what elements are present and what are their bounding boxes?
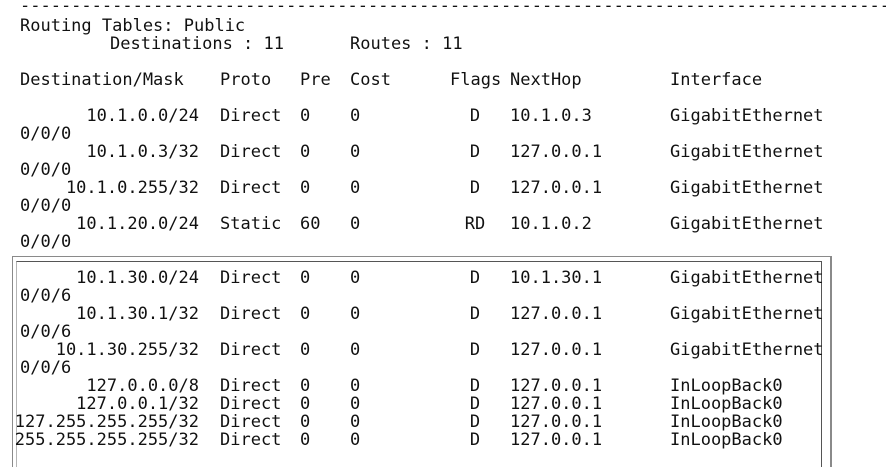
route-flags: D — [469, 394, 481, 414]
routing-table-title: Routing Tables: Public — [20, 16, 246, 36]
route-destination: 127.0.0.1/32 — [76, 394, 199, 414]
route-proto: Direct — [220, 340, 282, 360]
route-nexthop: 127.0.0.1 — [510, 304, 603, 324]
route-flags: RD — [464, 214, 486, 234]
route-interface: InLoopBack0 — [670, 430, 783, 450]
route-destination: 10.1.0.3/32 — [86, 142, 199, 162]
route-pre: 0 — [300, 412, 311, 432]
route-destination: 10.1.0.255/32 — [65, 178, 199, 198]
header-interface: Interface — [670, 70, 763, 90]
route-nexthop: 127.0.0.1 — [510, 340, 603, 360]
route-nexthop: 10.1.30.1 — [510, 268, 603, 288]
route-pre: 0 — [300, 268, 311, 288]
route-interface: InLoopBack0 — [670, 412, 783, 432]
route-destination: 255.255.255.255/32 — [14, 430, 199, 450]
route-nexthop: 10.1.0.3 — [510, 106, 592, 126]
route-interface: GigabitEthernet — [670, 340, 824, 360]
route-interface-continuation: 0/0/0 — [20, 160, 72, 180]
header-flags: Flags — [450, 70, 502, 90]
route-nexthop: 127.0.0.1 — [510, 376, 603, 396]
route-flags: D — [469, 430, 481, 450]
route-interface: InLoopBack0 — [670, 376, 783, 396]
route-pre: 0 — [300, 142, 311, 162]
route-flags: D — [469, 106, 481, 126]
destinations-count: Destinations : 11 — [110, 34, 284, 54]
route-cost: 0 — [350, 106, 361, 126]
route-pre: 0 — [300, 376, 311, 396]
route-flags: D — [469, 340, 481, 360]
route-destination: 127.255.255.255/32 — [14, 412, 199, 432]
route-cost: 0 — [350, 376, 361, 396]
route-flags: D — [469, 178, 481, 198]
route-proto: Direct — [220, 394, 282, 414]
route-interface-continuation: 0/0/6 — [20, 358, 72, 378]
route-flags: D — [469, 376, 481, 396]
route-interface: InLoopBack0 — [670, 394, 783, 414]
route-cost: 0 — [350, 214, 361, 234]
route-cost: 0 — [350, 412, 361, 432]
route-interface: GigabitEthernet — [670, 142, 824, 162]
route-cost: 0 — [350, 142, 361, 162]
route-interface-continuation: 0/0/0 — [20, 196, 72, 216]
route-proto: Direct — [220, 412, 282, 432]
route-proto: Direct — [220, 106, 282, 126]
route-interface-continuation: 0/0/6 — [20, 322, 72, 342]
route-proto: Direct — [220, 142, 282, 162]
separator-line: ----------------------------------------… — [20, 0, 886, 16]
header-nexthop: NextHop — [510, 70, 582, 90]
terminal-window[interactable]: ----------------------------------------… — [0, 0, 886, 467]
route-nexthop: 127.0.0.1 — [510, 142, 603, 162]
header-cost: Cost — [350, 70, 391, 90]
route-proto: Direct — [220, 304, 282, 324]
header-proto: Proto — [220, 70, 272, 90]
route-nexthop: 127.0.0.1 — [510, 178, 603, 198]
route-nexthop: 127.0.0.1 — [510, 430, 603, 450]
route-interface: GigabitEthernet — [670, 304, 824, 324]
route-cost: 0 — [350, 340, 361, 360]
route-interface: GigabitEthernet — [670, 178, 824, 198]
route-flags: D — [469, 304, 481, 324]
route-pre: 0 — [300, 304, 311, 324]
route-cost: 0 — [350, 304, 361, 324]
route-pre: 0 — [300, 340, 311, 360]
route-proto: Direct — [220, 178, 282, 198]
route-pre: 60 — [300, 214, 321, 234]
route-destination: 127.0.0.0/8 — [86, 376, 199, 396]
route-destination: 10.1.0.0/24 — [86, 106, 199, 126]
route-interface-continuation: 0/0/6 — [20, 286, 72, 306]
header-destination: Destination/Mask — [20, 70, 184, 90]
route-cost: 0 — [350, 430, 361, 450]
route-destination: 10.1.20.0/24 — [76, 214, 199, 234]
route-flags: D — [469, 142, 481, 162]
route-proto: Direct — [220, 376, 282, 396]
route-interface: GigabitEthernet — [670, 106, 824, 126]
route-proto: Static — [220, 214, 282, 234]
route-cost: 0 — [350, 178, 361, 198]
route-flags: D — [469, 412, 481, 432]
header-pre: Pre — [300, 70, 331, 90]
route-proto: Direct — [220, 430, 282, 450]
route-nexthop: 127.0.0.1 — [510, 412, 603, 432]
route-destination: 10.1.30.255/32 — [55, 340, 199, 360]
route-destination: 10.1.30.0/24 — [76, 268, 199, 288]
route-pre: 0 — [300, 394, 311, 414]
route-pre: 0 — [300, 178, 311, 198]
route-nexthop: 127.0.0.1 — [510, 394, 603, 414]
routes-count: Routes : 11 — [350, 34, 463, 54]
route-cost: 0 — [350, 394, 361, 414]
route-pre: 0 — [300, 430, 311, 450]
route-pre: 0 — [300, 106, 311, 126]
route-interface-continuation: 0/0/0 — [20, 124, 72, 144]
route-destination: 10.1.30.1/32 — [76, 304, 199, 324]
route-flags: D — [469, 268, 481, 288]
route-interface: GigabitEthernet — [670, 214, 824, 234]
route-cost: 0 — [350, 268, 361, 288]
route-interface: GigabitEthernet — [670, 268, 824, 288]
route-proto: Direct — [220, 268, 282, 288]
route-nexthop: 10.1.0.2 — [510, 214, 592, 234]
route-interface-continuation: 0/0/0 — [20, 232, 72, 252]
